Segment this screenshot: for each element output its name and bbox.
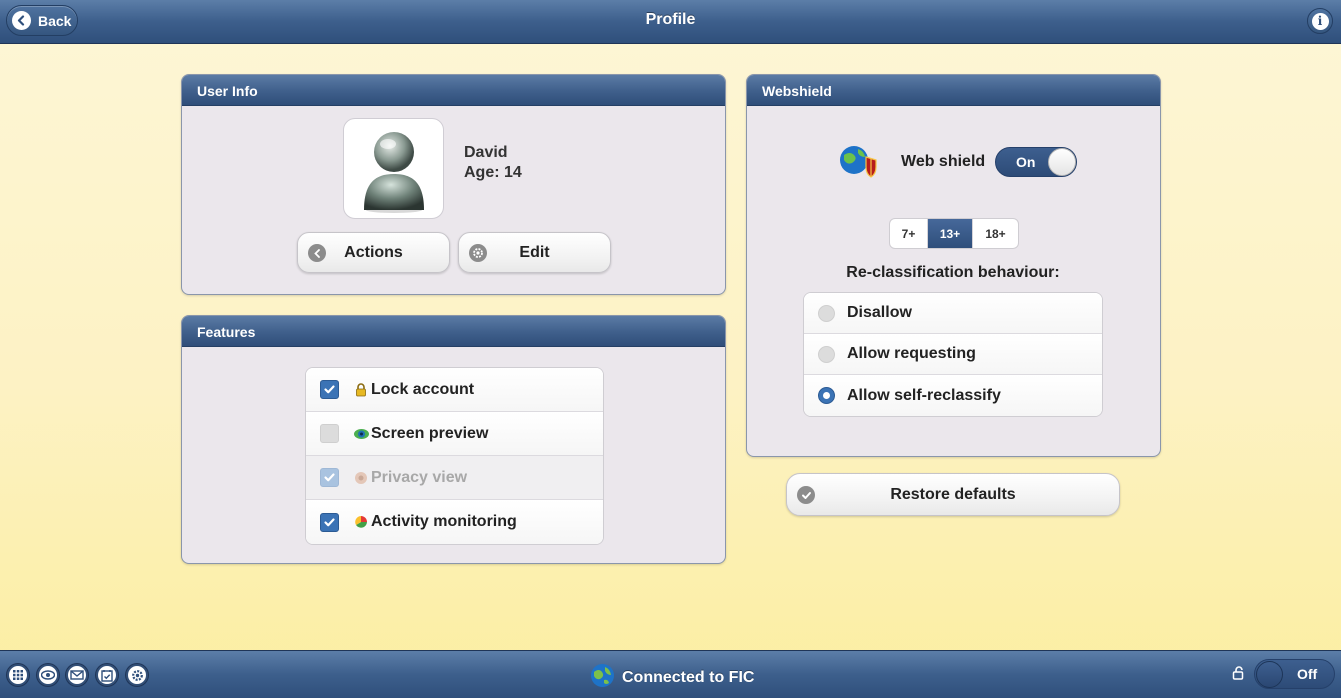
eye-icon — [353, 426, 369, 442]
settings-icon[interactable] — [126, 664, 148, 686]
checkbox-checked[interactable] — [320, 380, 339, 399]
option-label: Allow self-reclassify — [847, 386, 1001, 404]
edit-label: Edit — [519, 243, 550, 261]
user-info-panel: User Info David Age: 14 Actions Edit — [181, 74, 726, 295]
feature-label: Activity monitoring — [371, 513, 517, 530]
mail-icon[interactable] — [66, 664, 88, 686]
age-level-13[interactable]: 13+ — [928, 219, 973, 248]
reclassification-title: Re-classification behaviour: — [846, 264, 1060, 281]
user-info-heading: User Info — [182, 75, 725, 106]
actions-label: Actions — [344, 243, 403, 261]
radio-unselected[interactable] — [818, 304, 835, 322]
feature-privacy-view: Privacy view — [306, 456, 603, 500]
web-shield-label: Web shield — [901, 153, 986, 170]
webshield-panel: Webshield Web shield On 7+ 13+ 18+ Re-cl… — [746, 74, 1161, 457]
apps-grid-icon[interactable] — [7, 664, 29, 686]
age-level-18[interactable]: 18+ — [973, 219, 1018, 248]
feature-label: Privacy view — [371, 468, 468, 486]
connection-status-text: Connected to FIC — [622, 669, 755, 686]
info-icon: i — [1311, 12, 1329, 30]
toggle-state: Off — [1297, 666, 1318, 682]
page-title: Profile — [645, 11, 696, 28]
edit-button[interactable]: Edit — [458, 232, 611, 273]
toggle-knob — [1048, 148, 1076, 176]
age-level-selector: 7+ 13+ 18+ — [889, 218, 1019, 249]
globe-icon — [590, 663, 615, 693]
lock-icon — [353, 382, 369, 398]
features-list: Lock account Screen preview Privacy view — [305, 367, 604, 545]
restore-defaults-button[interactable]: Restore defaults — [786, 473, 1120, 516]
reclassification-options: Disallow Allow requesting Allow self-rec… — [803, 292, 1103, 417]
feature-label: Screen preview — [371, 424, 489, 442]
toggle-state: On — [1016, 154, 1036, 170]
calendar-icon[interactable] — [96, 664, 118, 686]
feature-label: Lock account — [371, 380, 475, 398]
option-label: Disallow — [847, 304, 912, 321]
eye-icon[interactable] — [37, 664, 59, 686]
top-bar: Back Profile i — [0, 0, 1341, 44]
privacy-icon — [353, 470, 369, 486]
checkbox-checked-disabled — [320, 468, 339, 487]
user-avatar-icon — [363, 131, 424, 213]
age-level-7[interactable]: 7+ — [890, 219, 928, 248]
gear-icon — [469, 244, 487, 262]
features-heading: Features — [182, 316, 725, 347]
activity-chart-icon — [353, 514, 369, 530]
toggle-knob — [1256, 661, 1283, 688]
webshield-globe-icon — [838, 143, 878, 184]
restore-defaults-label: Restore defaults — [890, 485, 1016, 503]
avatar[interactable] — [343, 118, 444, 219]
radio-unselected[interactable] — [818, 345, 835, 363]
user-age: Age: 14 — [464, 164, 522, 181]
feature-lock-account[interactable]: Lock account — [306, 368, 603, 412]
webshield-heading: Webshield — [747, 75, 1160, 106]
feature-screen-preview[interactable]: Screen preview — [306, 412, 603, 456]
features-panel: Features Lock account Screen preview Pri… — [181, 315, 726, 564]
info-button[interactable]: i — [1307, 8, 1333, 34]
connection-status: Connected to FIC — [590, 663, 754, 693]
check-circle-icon — [797, 486, 815, 504]
web-shield-toggle[interactable]: On — [995, 147, 1077, 177]
bottom-bar: Connected to FIC Off — [0, 650, 1341, 698]
checkbox-unchecked[interactable] — [320, 424, 339, 443]
radio-selected[interactable] — [818, 387, 835, 404]
option-allow-requesting[interactable]: Allow requesting — [804, 334, 1102, 375]
lock-toggle[interactable]: Off — [1254, 659, 1335, 689]
chevron-left-circle-icon — [308, 244, 326, 262]
option-allow-self-reclassify[interactable]: Allow self-reclassify — [804, 375, 1102, 416]
actions-button[interactable]: Actions — [297, 232, 450, 273]
option-disallow[interactable]: Disallow — [804, 293, 1102, 334]
feature-activity-monitoring[interactable]: Activity monitoring — [306, 500, 603, 544]
user-name: David — [464, 144, 508, 161]
option-label: Allow requesting — [847, 345, 976, 362]
checkbox-checked[interactable] — [320, 512, 339, 532]
unlock-icon — [1231, 665, 1247, 686]
